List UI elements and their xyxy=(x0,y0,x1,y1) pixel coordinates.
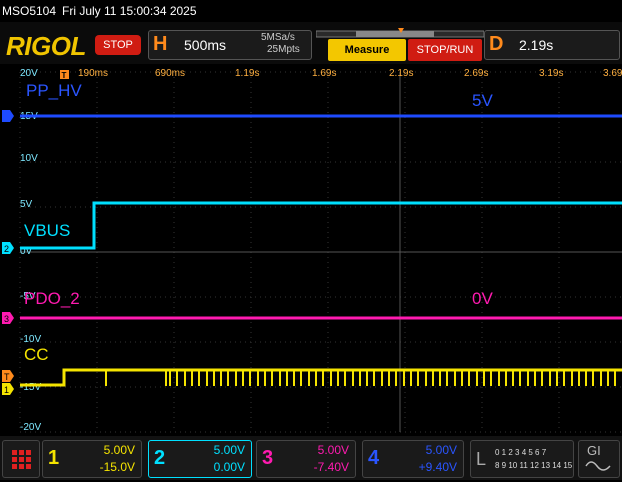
cc-pulse-burst xyxy=(105,370,616,386)
volt-tick: 5V xyxy=(20,199,33,210)
volt-tick: -10V xyxy=(20,334,41,345)
ch2-number: 2 xyxy=(154,447,166,469)
svg-text:3: 3 xyxy=(4,314,9,324)
ch3-level-label: 0V xyxy=(472,289,493,308)
svg-text:1: 1 xyxy=(4,385,9,395)
datetime: Fri July 11 15:00:34 2025 xyxy=(62,4,197,18)
ch1-number: 1 xyxy=(48,447,60,469)
stop-run-button[interactable]: STOP/RUN xyxy=(408,39,482,61)
ch2-label: VBUS xyxy=(24,221,70,240)
sample-rate: 5MSa/s xyxy=(261,32,295,43)
time-tick: 1.19s xyxy=(235,68,259,79)
ch4-ground-marker xyxy=(2,110,14,122)
delay-control[interactable]: D 2.19s xyxy=(484,30,620,60)
ch2-trace xyxy=(20,201,622,250)
time-tick: 3.19s xyxy=(539,68,563,79)
volt-tick: 20V xyxy=(20,68,38,79)
model-name: MSO5104 xyxy=(2,4,57,18)
channel-bar: 1 5.00V -15.0V 2 5.00V 0.00V 3 5.00V -7.… xyxy=(0,436,622,480)
ch4-settings[interactable]: 4 5.00V +9.40V xyxy=(362,440,464,478)
timebase-value: 500ms xyxy=(184,37,227,53)
generator-button[interactable]: GI xyxy=(578,440,620,478)
run-state-badge[interactable]: STOP xyxy=(95,35,141,55)
volt-tick: -20V xyxy=(20,422,41,433)
grid-menu-icon xyxy=(12,450,31,469)
ch3-scale: 5.00V xyxy=(317,443,349,457)
ch2-scale: 5.00V xyxy=(213,443,245,457)
status-bar: MSO5104 Fri July 11 15:00:34 2025 xyxy=(0,0,622,22)
memory-depth: 25Mpts xyxy=(267,44,300,55)
graticule-grid xyxy=(19,71,622,433)
digital-row-1: 0 1 2 3 4 5 6 7 xyxy=(495,448,547,457)
rigol-logo: RIGOL xyxy=(6,31,86,61)
time-tick: 190ms xyxy=(78,68,108,79)
trigger-time-marker: T xyxy=(60,70,69,80)
ch1-label: CC xyxy=(24,345,49,364)
delay-value: 2.19s xyxy=(519,37,554,53)
waveform-display[interactable]: 190ms 690ms 1.19s 1.69s 2.19s 2.69s 3.19… xyxy=(0,64,622,436)
menu-button[interactable] xyxy=(2,440,40,478)
time-tick: 1.69s xyxy=(312,68,336,79)
svg-text:T: T xyxy=(4,372,10,382)
ch4-label: PP_HV xyxy=(26,81,82,100)
ch1-scale: 5.00V xyxy=(103,443,135,457)
volt-axis-labels: 20V 15V 10V 5V 0V -5V -10V -15V -20V xyxy=(20,68,41,433)
ch1-settings[interactable]: 1 5.00V -15.0V xyxy=(42,440,142,478)
ch4-scale: 5.00V xyxy=(425,443,457,457)
time-tick: 3.69s xyxy=(603,68,622,79)
volt-tick: 10V xyxy=(20,153,38,164)
ch2-ground-marker: 2 xyxy=(2,242,14,254)
ch3-number: 3 xyxy=(262,447,274,469)
ch4-offset: +9.40V xyxy=(418,460,457,474)
ch3-offset: -7.40V xyxy=(313,460,349,474)
ch1-offset: -15.0V xyxy=(99,460,135,474)
digital-letter: L xyxy=(476,449,487,469)
ch4-level-label: 5V xyxy=(472,91,493,110)
trigger-level-marker: T xyxy=(2,370,14,382)
digital-row-2: 8 9 10 11 12 13 14 15 xyxy=(495,461,573,470)
ch2-settings[interactable]: 2 5.00V 0.00V xyxy=(148,440,252,478)
measure-button[interactable]: Measure xyxy=(328,39,406,61)
ch1-ground-marker: 1 xyxy=(2,383,14,395)
svg-text:T: T xyxy=(62,71,67,80)
ch2-offset: 0.00V xyxy=(213,460,245,474)
delay-letter: D xyxy=(489,33,504,55)
ch3-settings[interactable]: 3 5.00V -7.40V xyxy=(256,440,356,478)
horizontal-timebase-control[interactable]: H 500ms 5MSa/s 25Mpts xyxy=(148,30,312,60)
horizontal-letter: H xyxy=(153,33,168,55)
time-axis-labels: 190ms 690ms 1.19s 1.69s 2.19s 2.69s 3.19… xyxy=(78,68,622,79)
sine-wave-icon xyxy=(585,461,611,471)
ch3-label: PDO_2 xyxy=(24,289,80,308)
ch3-ground-marker: 3 xyxy=(2,312,14,324)
digital-channels[interactable]: L 0 1 2 3 4 5 6 7 8 9 10 11 12 13 14 15 xyxy=(470,440,574,478)
ch1-trace xyxy=(20,368,622,387)
time-tick: 2.69s xyxy=(464,68,488,79)
top-toolbar: RIGOL STOP H 500ms 5MSa/s 25Mpts D 2.19s xyxy=(0,22,622,64)
ch4-number: 4 xyxy=(368,447,380,469)
svg-text:2: 2 xyxy=(4,244,9,254)
time-tick: 690ms xyxy=(155,68,185,79)
time-tick: 2.19s xyxy=(389,68,413,79)
